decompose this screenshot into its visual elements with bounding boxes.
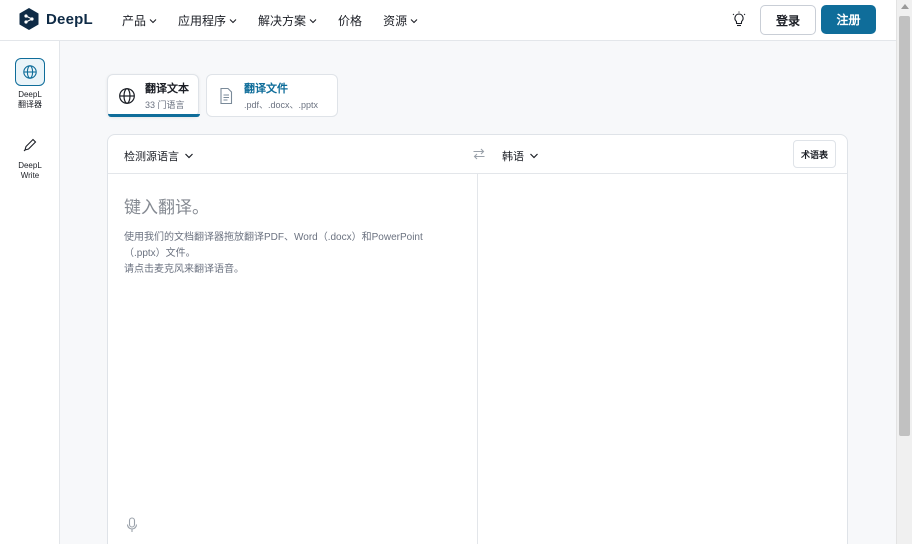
sidebar-item-label: DeepL Write xyxy=(18,161,42,180)
tab-translate-files[interactable]: 翻译文件 .pdf、.docx、.pptx xyxy=(206,74,338,117)
source-text-input[interactable]: 键入翻译。 使用我们的文档翻译器拖放翻译PDF、Word（.docx）和Powe… xyxy=(124,193,464,278)
page-scrollbar[interactable] xyxy=(896,0,912,544)
scroll-up-arrow-icon[interactable] xyxy=(901,4,909,9)
glossary-button[interactable]: 术语表 xyxy=(793,140,836,168)
nav-item-pricing[interactable]: 价格 xyxy=(338,12,362,29)
deepl-logo-icon xyxy=(19,8,39,30)
panel-divider xyxy=(477,174,478,544)
language-bar: 检测源语言 韩语 术语表 xyxy=(108,135,847,174)
nav-label: 资源 xyxy=(383,14,408,28)
tab-translate-text[interactable]: 翻译文本 33 门语言 xyxy=(107,74,200,117)
chevron-down-icon xyxy=(149,18,157,23)
nav-item-solutions[interactable]: 解决方案 xyxy=(258,12,317,29)
document-icon xyxy=(217,87,235,105)
nav-item-products[interactable]: 产品 xyxy=(122,12,157,29)
source-hint: 使用我们的文档翻译器拖放翻译PDF、Word（.docx）和PowerPoint… xyxy=(124,232,423,275)
sidebar-item-translator[interactable]: DeepL 翻译器 xyxy=(0,58,60,110)
chevron-down-icon xyxy=(530,153,538,159)
chevron-down-icon xyxy=(410,18,418,23)
chevron-down-icon xyxy=(185,153,193,159)
translator-panel: 检测源语言 韩语 术语表 键入翻译。 使用我们的文档翻译器拖放翻译PDF、Wor… xyxy=(107,134,848,544)
microphone-icon[interactable] xyxy=(126,517,138,533)
nav-label: 解决方案 xyxy=(258,14,307,28)
login-button[interactable]: 登录 xyxy=(760,5,816,35)
source-placeholder: 键入翻译。 xyxy=(124,198,209,217)
deepl-logo[interactable]: DeepL xyxy=(18,7,93,31)
globe-icon xyxy=(118,87,136,105)
lightbulb-icon[interactable] xyxy=(731,11,747,29)
scrollbar-thumb[interactable] xyxy=(899,16,910,436)
sidebar-item-write[interactable]: DeepL Write xyxy=(0,133,60,181)
nav-label: 应用程序 xyxy=(178,14,227,28)
brand-name: DeepL xyxy=(46,10,93,28)
tab-subtitle: 33 门语言 xyxy=(145,100,185,110)
nav-label: 产品 xyxy=(122,14,147,28)
pen-icon xyxy=(15,133,45,157)
chevron-down-icon xyxy=(229,18,237,23)
chevron-down-icon xyxy=(309,18,317,23)
left-sidebar: DeepL 翻译器 DeepL Write xyxy=(0,41,60,544)
nav-item-resources[interactable]: 资源 xyxy=(383,12,418,29)
tab-subtitle: .pdf、.docx、.pptx xyxy=(244,100,319,110)
nav-item-apps[interactable]: 应用程序 xyxy=(178,12,237,29)
swap-languages-icon[interactable] xyxy=(472,147,486,161)
target-language-label: 韩语 xyxy=(502,151,524,163)
tab-title: 翻译文本 xyxy=(145,83,189,95)
globe-icon xyxy=(15,58,45,86)
target-language-selector[interactable]: 韩语 xyxy=(502,148,539,164)
signup-button[interactable]: 注册 xyxy=(821,5,876,34)
sidebar-item-label: DeepL 翻译器 xyxy=(18,90,42,109)
active-tab-indicator xyxy=(108,114,200,117)
nav-label: 价格 xyxy=(338,14,363,28)
main-nav: 产品 应用程序 解决方案 价格 资源 xyxy=(122,12,439,29)
tab-title: 翻译文件 xyxy=(244,83,288,95)
source-language-selector[interactable]: 检测源语言 xyxy=(124,148,194,164)
source-language-label: 检测源语言 xyxy=(124,151,179,163)
top-header: DeepL 产品 应用程序 解决方案 价格 资源 登录 注册 xyxy=(0,0,896,41)
